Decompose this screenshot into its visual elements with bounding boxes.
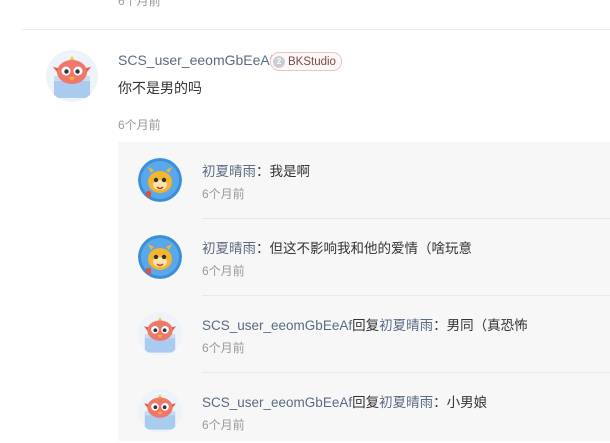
reply-separator: ：: [433, 395, 447, 410]
reply-target[interactable]: 初夏晴雨: [379, 395, 433, 410]
reply-username[interactable]: SCS_user_eeomGbEeAf: [202, 318, 352, 333]
reply-content: SCS_user_eeomGbEeAf回复初夏晴雨：男同（真恐怖: [202, 314, 528, 334]
reply-time: 6个月前: [202, 264, 245, 278]
studio-badge[interactable]: 2 BKStudio: [270, 52, 342, 71]
reply-text: 男同（真恐怖: [446, 318, 528, 333]
reply-text: 但这不影响我和他的爱情（啥玩意: [269, 241, 473, 256]
reply-time: 6个月前: [202, 418, 245, 432]
reply-username[interactable]: 初夏晴雨: [202, 241, 256, 256]
reply-content: SCS_user_eeomGbEeAf回复初夏晴雨：小男娘: [202, 391, 487, 411]
reply-username[interactable]: SCS_user_eeomGbEeAf: [202, 395, 352, 410]
reply-word: 回复: [352, 395, 380, 410]
reply-username[interactable]: 初夏晴雨: [202, 164, 256, 179]
reply-item: SCS_user_eeomGbEeAf回复初夏晴雨：小男娘 6个月前: [118, 373, 610, 443]
reply-content: 初夏晴雨：但这不影响我和他的爱情（啥玩意: [202, 237, 472, 257]
comment-username[interactable]: SCS_user_eeomGbEeAf: [118, 52, 274, 68]
reply-time: 6个月前: [202, 187, 245, 201]
reply-text: 我是啊: [269, 164, 311, 179]
yellow-creature-avatar-icon: [138, 158, 182, 202]
reply-time: 6个月前: [202, 341, 245, 355]
red-bird-avatar-icon: [138, 312, 182, 356]
reply-item: 初夏晴雨：但这不影响我和他的爱情（啥玩意 6个月前: [118, 219, 610, 296]
reply-separator: ：: [256, 241, 270, 256]
reply-target[interactable]: 初夏晴雨: [379, 318, 433, 333]
yellow-creature-avatar-icon: [138, 235, 182, 279]
reply-avatar[interactable]: [138, 389, 182, 433]
reply-separator: ：: [256, 164, 270, 179]
comment-text: 你不是男的吗: [118, 80, 202, 96]
reply-item: SCS_user_eeomGbEeAf回复初夏晴雨：男同（真恐怖 6个月前: [118, 296, 610, 373]
reply-text: 小男娘: [446, 395, 488, 410]
reply-avatar[interactable]: [138, 158, 182, 202]
comment-time: 6个月前: [118, 118, 161, 132]
reply-content: 初夏晴雨：我是啊: [202, 160, 310, 180]
reply-item: 初夏晴雨：我是啊 6个月前: [118, 142, 610, 219]
reply-separator: ：: [433, 318, 447, 333]
comment-item: SCS_user_eeomGbEeAf 2 BKStudio 你不是男的吗 6个…: [0, 0, 610, 441]
reply-avatar[interactable]: [138, 312, 182, 356]
avatar[interactable]: [46, 50, 98, 102]
level-badge-icon: 2: [273, 55, 285, 68]
red-bird-avatar-icon: [138, 389, 182, 433]
reply-avatar[interactable]: [138, 235, 182, 279]
studio-name: BKStudio: [288, 55, 336, 68]
reply-word: 回复: [352, 318, 380, 333]
replies-panel: 初夏晴雨：我是啊 6个月前 初夏晴雨：但这不影响我和他的爱情（啥玩意 6个月前 …: [118, 142, 610, 441]
red-bird-avatar-icon: [46, 50, 98, 102]
